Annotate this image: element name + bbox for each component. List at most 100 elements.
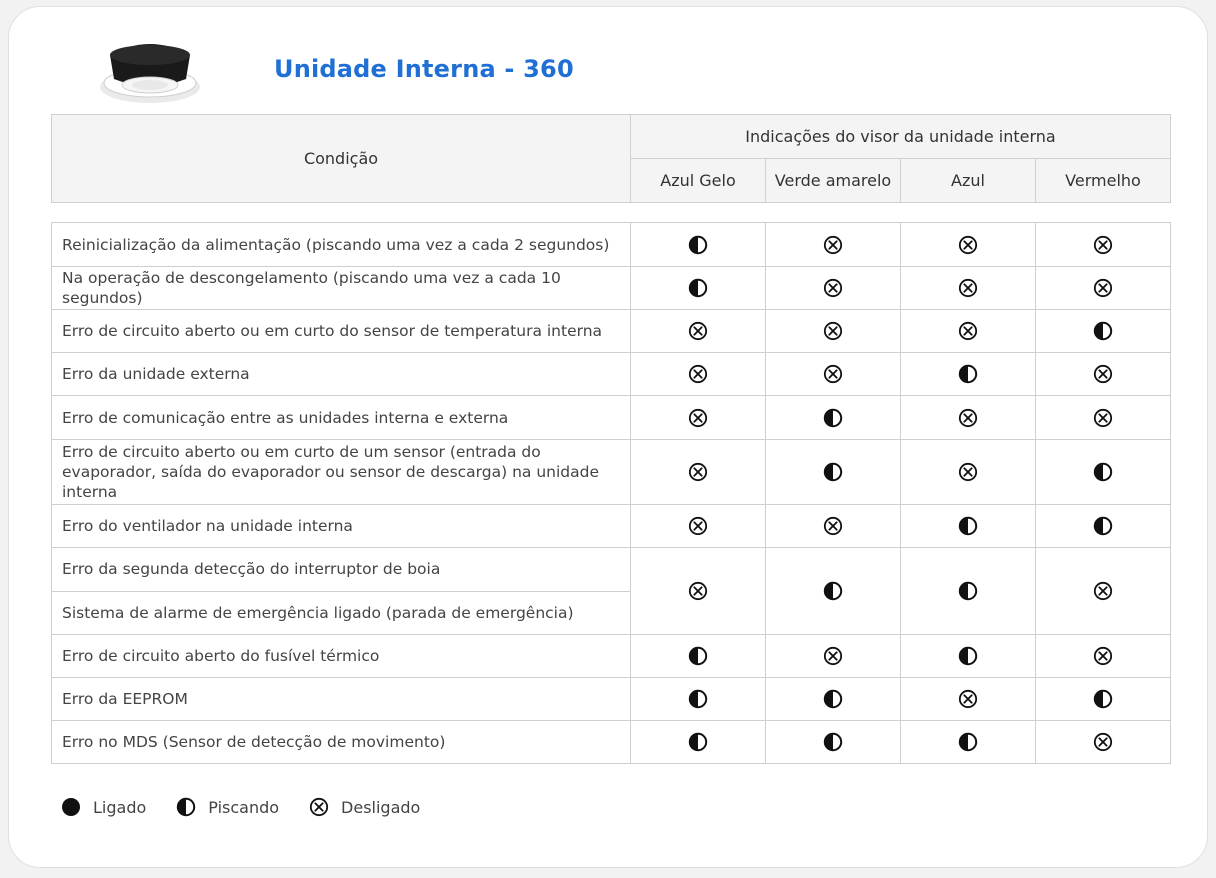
status-cell: [630, 352, 766, 396]
status-cell: [900, 352, 1036, 396]
status-cell: [900, 504, 1036, 548]
status-cell: [765, 547, 901, 635]
legend-label-on: Ligado: [93, 797, 147, 817]
status-cell: [630, 720, 766, 764]
indoor-unit-image: [100, 44, 200, 103]
status-cell: [1035, 634, 1171, 678]
half-filled-circle-icon: [823, 462, 843, 482]
condition-cell: Erro da segunda detecção do interruptor …: [51, 547, 631, 592]
condition-cell: Reinicialização da alimentação (piscando…: [51, 222, 631, 267]
status-cell: [765, 222, 901, 267]
condition-cell: Erro de circuito aberto do fusível térmi…: [51, 634, 631, 678]
column-header-vermelho: Vermelho: [1035, 158, 1171, 203]
status-cell: [630, 395, 766, 440]
status-cell: [765, 634, 901, 678]
legend-label-blink: Piscando: [208, 797, 280, 817]
status-cell: [630, 504, 766, 548]
half-filled-circle-icon: [823, 581, 843, 601]
table-row: Erro no MDS (Sensor de detecção de movim…: [51, 720, 1171, 764]
status-cell: [765, 352, 901, 396]
status-cell: [900, 634, 1036, 678]
status-cell: [900, 547, 1036, 635]
status-cell: [630, 547, 766, 635]
condition-header: Condição: [51, 114, 631, 203]
circled-x-icon: [688, 516, 708, 536]
circled-x-icon: [958, 462, 978, 482]
status-cell: [630, 222, 766, 267]
half-filled-circle-icon: [823, 689, 843, 709]
half-filled-circle-icon: [958, 732, 978, 752]
half-filled-circle-icon: [688, 689, 708, 709]
condition-cell: Erro da unidade externa: [51, 352, 631, 396]
status-cell: [765, 677, 901, 721]
circled-x-icon: [1093, 235, 1113, 255]
table-row: Reinicialização da alimentação (piscando…: [51, 222, 1171, 267]
condition-cell: Na operação de descongelamento (piscando…: [51, 266, 631, 310]
status-cell: [1035, 395, 1171, 440]
half-filled-circle-icon: [823, 408, 843, 428]
legend-item-on: Ligado: [61, 797, 146, 817]
table-row: Erro do ventilador na unidade interna: [51, 504, 1171, 548]
circled-x-icon: [823, 235, 843, 255]
circled-x-icon: [1093, 408, 1113, 428]
status-cell: [765, 439, 901, 505]
half-filled-circle-icon: [1093, 462, 1113, 482]
circled-x-icon: [688, 462, 708, 482]
half-filled-circle-icon: [1093, 689, 1113, 709]
half-filled-circle-icon: [958, 581, 978, 601]
status-cell: [900, 395, 1036, 440]
circled-x-icon: [688, 364, 708, 384]
table-row: Na operação de descongelamento (piscando…: [51, 266, 1171, 310]
circled-x-icon: [958, 408, 978, 428]
circled-x-icon: [823, 646, 843, 666]
status-cell: [900, 222, 1036, 267]
condition-cell: Erro no MDS (Sensor de detecção de movim…: [51, 720, 631, 764]
circled-x-icon: [1093, 581, 1113, 601]
status-cell: [900, 309, 1036, 353]
table-row: Erro da unidade externa: [51, 352, 1171, 396]
half-filled-circle-icon: [1093, 321, 1113, 341]
circled-x-icon: [958, 278, 978, 298]
table-row: Erro de comunicação entre as unidades in…: [51, 395, 1171, 440]
status-cell: [630, 439, 766, 505]
circled-x-icon: [309, 797, 329, 817]
status-cell: [1035, 309, 1171, 353]
status-cell: [630, 677, 766, 721]
half-filled-circle-icon: [688, 732, 708, 752]
status-cell: [765, 720, 901, 764]
condition-cell: Erro da EEPROM: [51, 677, 631, 721]
half-filled-circle-icon: [1093, 516, 1113, 536]
circled-x-icon: [823, 516, 843, 536]
circled-x-icon: [1093, 364, 1113, 384]
status-cell: [765, 309, 901, 353]
circled-x-icon: [823, 321, 843, 341]
table-row: Erro da EEPROM: [51, 677, 1171, 721]
status-cell: [1035, 504, 1171, 548]
status-cell: [1035, 439, 1171, 505]
condition-cell: Erro de circuito aberto ou em curto do s…: [51, 309, 631, 353]
circled-x-icon: [688, 321, 708, 341]
circled-x-icon: [1093, 278, 1113, 298]
status-cell: [900, 677, 1036, 721]
circled-x-icon: [958, 689, 978, 709]
condition-cell: Erro do ventilador na unidade interna: [51, 504, 631, 548]
circled-x-icon: [823, 364, 843, 384]
circled-x-icon: [688, 581, 708, 601]
condition-cell: Sistema de alarme de emergência ligado (…: [51, 590, 631, 635]
status-cell: [765, 266, 901, 310]
circled-x-icon: [958, 321, 978, 341]
half-filled-circle-icon: [958, 364, 978, 384]
column-header-azul-gelo: Azul Gelo: [630, 158, 766, 203]
status-cell: [1035, 266, 1171, 310]
half-filled-circle-icon: [688, 278, 708, 298]
status-cell: [900, 720, 1036, 764]
status-cell: [1035, 720, 1171, 764]
circled-x-icon: [823, 278, 843, 298]
column-header-azul: Azul: [900, 158, 1036, 203]
column-header-verde-amarelo: Verde amarelo: [765, 158, 901, 203]
status-cell: [630, 309, 766, 353]
status-cell: [630, 634, 766, 678]
page-title: Unidade Interna - 360: [274, 55, 574, 83]
condition-cell: Erro de comunicação entre as unidades in…: [51, 395, 631, 440]
status-cell: [1035, 547, 1171, 635]
